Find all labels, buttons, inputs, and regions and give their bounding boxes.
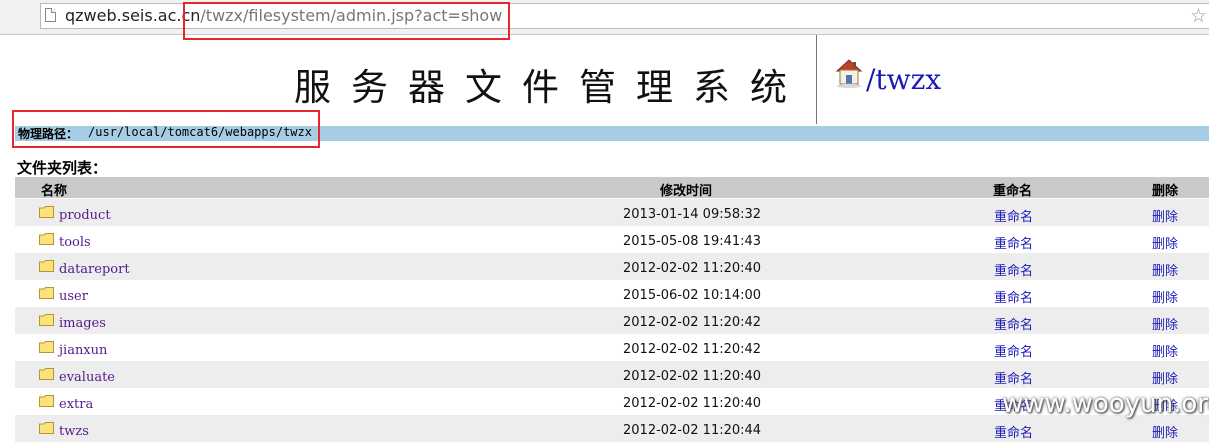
table-row: datareport 2012-02-02 11:20:40 重命名 删除 [15, 253, 1209, 280]
folder-icon [39, 260, 54, 272]
folder-link[interactable]: twzs [59, 424, 89, 439]
folder-link[interactable]: user [59, 289, 88, 304]
table-header: 名称 修改时间 重命名 删除 [15, 177, 1209, 199]
url-host: qzweb.seis.ac.cn [65, 6, 201, 25]
table-row: product 2013-01-14 09:58:32 重命名 删除 [15, 199, 1209, 226]
modified-time: 2012-02-02 11:20:42 [623, 342, 762, 357]
delete-link[interactable]: 删除 [1152, 233, 1178, 252]
folder-icon [39, 233, 54, 245]
table-row: evaluate 2012-02-02 11:20:40 重命名 删除 [15, 361, 1209, 388]
folder-link[interactable]: extra [59, 397, 93, 412]
delete-link[interactable]: 删除 [1152, 368, 1178, 387]
delete-link[interactable]: 删除 [1152, 422, 1178, 441]
folder-link[interactable]: product [59, 208, 111, 223]
column-modified-header: 修改时间 [660, 184, 713, 199]
folder-icon [39, 368, 54, 380]
modified-time: 2012-02-02 11:20:40 [623, 396, 762, 411]
modified-time: 2012-02-02 11:20:42 [623, 315, 762, 330]
rename-link[interactable]: 重命名 [994, 341, 1033, 360]
folder-icon [39, 314, 54, 326]
rename-link[interactable]: 重命名 [994, 314, 1033, 333]
rename-link[interactable]: 重命名 [994, 233, 1033, 252]
folder-link[interactable]: datareport [59, 262, 130, 277]
modified-time: 2015-06-02 10:14:00 [623, 288, 762, 303]
folder-icon [39, 422, 54, 434]
title-divider [816, 35, 817, 124]
star-icon[interactable]: ☆ [1190, 5, 1207, 27]
folder-link[interactable]: tools [59, 235, 91, 250]
page-icon [45, 8, 56, 22]
rename-link[interactable]: 重命名 [994, 422, 1033, 441]
folder-icon [39, 341, 54, 353]
rename-link[interactable]: 重命名 [994, 260, 1033, 279]
delete-link[interactable]: 删除 [1152, 341, 1178, 360]
folder-link[interactable]: images [59, 316, 106, 331]
folder-icon [39, 206, 54, 218]
delete-link[interactable]: 删除 [1152, 260, 1178, 279]
column-rename-header: 重命名 [993, 184, 1033, 199]
folder-list-title: 文件夹列表： [17, 159, 108, 177]
table-row: tools 2015-05-08 19:41:43 重命名 删除 [15, 226, 1209, 253]
table-row: jianxun 2012-02-02 11:20:42 重命名 删除 [15, 334, 1209, 361]
browser-toolbar: qzweb.seis.ac.cn/twzx/filesystem/admin.j… [0, 0, 1209, 35]
delete-link[interactable]: 删除 [1152, 287, 1178, 306]
delete-link[interactable]: 删除 [1152, 206, 1178, 225]
watermark: www.wooyun.org [1002, 389, 1209, 419]
folder-icon [39, 395, 54, 407]
folder-link[interactable]: jianxun [59, 343, 107, 358]
modified-time: 2012-02-02 11:20:40 [623, 369, 762, 384]
home-icon [835, 59, 863, 89]
table-row: user 2015-06-02 10:14:00 重命名 删除 [15, 280, 1209, 307]
modified-time: 2013-01-14 09:58:32 [623, 207, 762, 222]
modified-time: 2012-02-02 11:20:40 [623, 261, 762, 276]
delete-link[interactable]: 删除 [1152, 314, 1178, 333]
modified-time: 2012-02-02 11:20:44 [623, 423, 762, 438]
folder-icon [39, 287, 54, 299]
table-row: images 2012-02-02 11:20:42 重命名 删除 [15, 307, 1209, 334]
page-title: 服务器文件管理系统 [294, 66, 807, 109]
table-row: twzs 2012-02-02 11:20:44 重命名 删除 [15, 415, 1209, 442]
site-root-link[interactable]: /twzx [866, 63, 941, 96]
rename-link[interactable]: 重命名 [994, 287, 1033, 306]
modified-time: 2015-05-08 19:41:43 [623, 234, 762, 249]
path-highlight-box [12, 110, 320, 148]
url-highlight-box [183, 2, 510, 40]
rename-link[interactable]: 重命名 [994, 206, 1033, 225]
folder-link[interactable]: evaluate [59, 370, 115, 385]
column-delete-header: 删除 [1152, 184, 1179, 199]
rename-link[interactable]: 重命名 [994, 368, 1033, 387]
column-name-header: 名称 [41, 184, 68, 199]
